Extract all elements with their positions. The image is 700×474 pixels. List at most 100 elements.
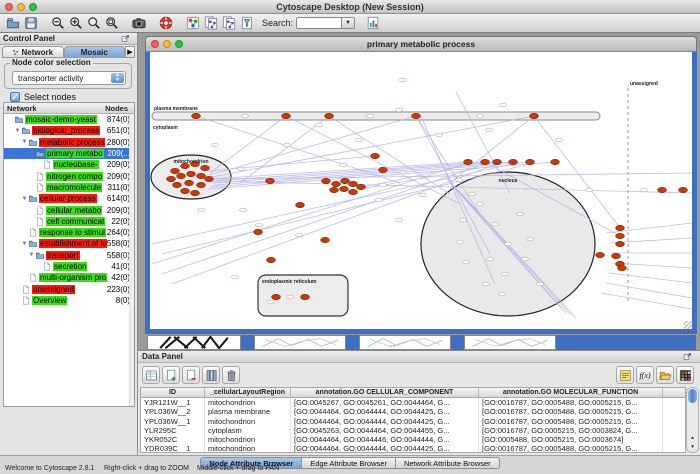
- search-dropdown-button[interactable]: ▼: [342, 17, 355, 29]
- network-node-unmatched[interactable]: [457, 240, 464, 244]
- notes-icon[interactable]: [616, 366, 634, 384]
- column-header[interactable]: ID: [141, 388, 205, 397]
- search-input[interactable]: [296, 17, 342, 29]
- network-node-unmatched[interactable]: [380, 183, 387, 187]
- network-node[interactable]: [596, 252, 605, 257]
- tree-item-unassigned[interactable]: unassigned223(0): [4, 283, 134, 294]
- expander-icon[interactable]: ▼: [21, 196, 28, 202]
- network-node-unmatched[interactable]: [492, 222, 499, 226]
- import-attribute-file-icon[interactable]: [656, 366, 674, 384]
- filter-icon[interactable]: [238, 15, 256, 32]
- network-node[interactable]: [481, 159, 490, 164]
- network-node-unmatched[interactable]: [396, 218, 403, 222]
- network-node-unmatched[interactable]: [477, 202, 484, 206]
- network-node-unmatched[interactable]: [527, 237, 534, 241]
- float-panel-icon[interactable]: [116, 30, 134, 47]
- table-row[interactable]: YDR039C__1mitochondrion[GO:0044464, GO:0…: [141, 444, 685, 453]
- column-header[interactable]: annotation.GO CELLULAR_COMPONENT: [291, 388, 479, 397]
- tree-item-nucleobase-[interactable]: nucleobase-209(0): [4, 159, 134, 170]
- network-node-unmatched[interactable]: [483, 282, 490, 286]
- tree-item-mosaic-demo-yeast[interactable]: mosaic-demo-yeast874(0): [4, 114, 134, 125]
- network-node-unmatched[interactable]: [284, 143, 291, 147]
- zoom-selected-region-icon[interactable]: [103, 15, 121, 32]
- scroll-up-icon[interactable]: ▲: [687, 434, 698, 443]
- tree-scrollbar[interactable]: [129, 114, 134, 406]
- network-node[interactable]: [282, 113, 291, 118]
- network-node[interactable]: [679, 187, 688, 192]
- network-node[interactable]: [658, 187, 667, 192]
- tab-mosaic[interactable]: Mosaic: [64, 46, 126, 58]
- network-node[interactable]: [330, 187, 339, 192]
- network-view-window[interactable]: primary metabolic process plasma membran…: [145, 36, 697, 334]
- tree-item-secretion[interactable]: secretion41(0): [4, 261, 134, 272]
- network-node-unmatched[interactable]: [500, 103, 507, 107]
- network-node[interactable]: [266, 178, 275, 183]
- network-node-unmatched[interactable]: [456, 178, 463, 182]
- tree-item-transport[interactable]: ▼transport558(0): [4, 250, 134, 261]
- network-node-unmatched[interactable]: [296, 233, 303, 237]
- network-node[interactable]: [296, 202, 305, 207]
- expander-icon[interactable]: ▼: [14, 128, 21, 134]
- network-canvas[interactable]: plasma membranecytoplasmmitochondrionnuc…: [150, 52, 692, 329]
- create-attribute-icon[interactable]: [162, 366, 180, 384]
- expander-icon[interactable]: ▼: [28, 151, 35, 157]
- vizmapper-icon[interactable]: [184, 15, 202, 32]
- network-node-unmatched[interactable]: [316, 123, 323, 127]
- network-node[interactable]: [197, 173, 206, 178]
- network-node[interactable]: [254, 229, 263, 234]
- network-node[interactable]: [267, 257, 276, 262]
- tree-item-macromolecule[interactable]: macromolecule311(0): [4, 182, 134, 193]
- network-node[interactable]: [322, 178, 331, 183]
- network-node[interactable]: [272, 294, 281, 299]
- network-node[interactable]: [167, 176, 176, 181]
- network-node-unmatched[interactable]: [517, 212, 524, 216]
- network-node-unmatched[interactable]: [356, 138, 363, 142]
- network-node[interactable]: [616, 225, 625, 230]
- tree-item-multi-organism-pro[interactable]: multi-organism pro42(0): [4, 272, 134, 283]
- network-node-unmatched[interactable]: [400, 78, 407, 82]
- network-node-unmatched[interactable]: [477, 114, 484, 118]
- network-node[interactable]: [618, 265, 627, 270]
- tab-network-attribute-browser[interactable]: Network Attribute Browser: [396, 457, 500, 469]
- delete-attribute-icon[interactable]: [182, 366, 200, 384]
- column-header[interactable]: annotation.GO MOLECULAR_FUNCTION: [479, 388, 663, 397]
- select-attributes-icon[interactable]: [142, 366, 160, 384]
- network-node-unmatched[interactable]: [463, 260, 470, 264]
- network-node[interactable]: [371, 153, 380, 158]
- scroll-down-icon[interactable]: ▼: [687, 443, 698, 452]
- tree-item-biological-process[interactable]: ▼biological_process651(0): [4, 125, 134, 136]
- tab-edge-attribute-browser[interactable]: Edge Attribute Browser: [302, 457, 396, 469]
- open-session-icon[interactable]: [4, 15, 22, 32]
- minimized-window-thumbnail[interactable]: [254, 335, 346, 350]
- network-node[interactable]: [205, 176, 214, 181]
- network-node[interactable]: [185, 180, 194, 185]
- select-nodes-checkbox[interactable]: ✓: [10, 92, 20, 102]
- network-node[interactable]: [349, 181, 358, 186]
- network-node-unmatched[interactable]: [232, 275, 239, 279]
- tree-item-overview[interactable]: Overview8(0): [4, 295, 134, 306]
- network-node[interactable]: [201, 165, 210, 170]
- float-panel-icon[interactable]: [678, 348, 696, 365]
- minimized-window-thumbnail[interactable]: [464, 335, 556, 350]
- network-node-unmatched[interactable]: [376, 198, 383, 202]
- resize-grip[interactable]: [684, 321, 692, 329]
- tree-item-nitrogen-compo[interactable]: nitrogen compo209(0): [4, 170, 134, 181]
- network-node-unmatched[interactable]: [469, 192, 476, 196]
- zoom-out-icon[interactable]: [49, 15, 67, 32]
- table-row[interactable]: YKR052Cmitochondrion[GO:0044464, GO:0044…: [141, 435, 685, 444]
- network-node-unmatched[interactable]: [198, 208, 205, 212]
- zoom-fit-icon[interactable]: [85, 15, 103, 32]
- network-node[interactable]: [379, 167, 388, 172]
- tree-item-primary-metabo[interactable]: ▼primary metabo209(...: [4, 148, 134, 159]
- minimized-window-thumbnail[interactable]: [147, 335, 241, 350]
- matrix-view-icon[interactable]: [676, 366, 694, 384]
- tree-item-establishment-of-lo[interactable]: ▼establishment of lo558(0): [4, 238, 134, 249]
- network-node[interactable]: [181, 188, 190, 193]
- table-row[interactable]: YLR295Ccytoplasm[GO:0045263, GO:0044464,…: [141, 426, 685, 435]
- network-node[interactable]: [325, 113, 334, 118]
- network-node[interactable]: [349, 189, 358, 194]
- import-attributes-icon[interactable]: [364, 15, 382, 32]
- table-row[interactable]: YJR121W__1mitochondrion[GO:0045267, GO:0…: [141, 398, 685, 407]
- network-node[interactable]: [493, 159, 502, 164]
- network-node[interactable]: [187, 171, 196, 176]
